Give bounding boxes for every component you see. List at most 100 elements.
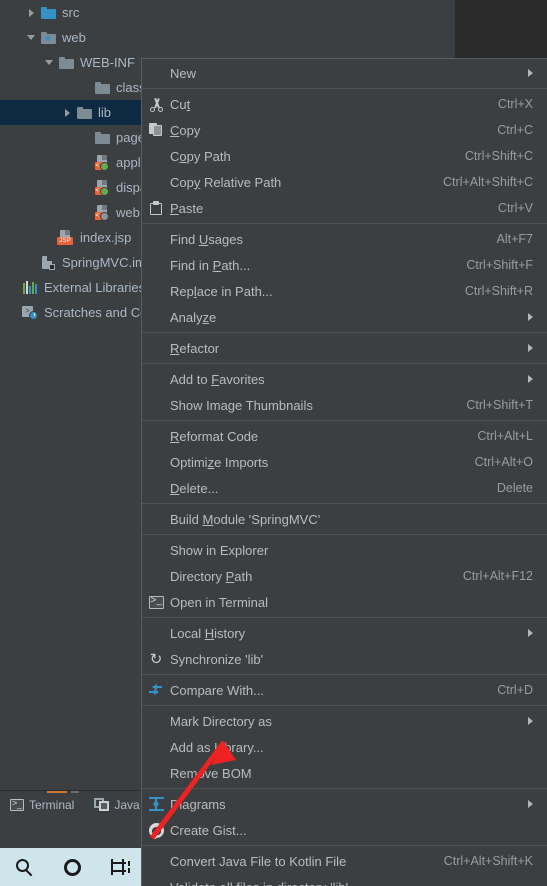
menu-item-build-module-springmvc[interactable]: Build Module 'SpringMVC' xyxy=(142,506,547,532)
menu-item-label: Replace in Path... xyxy=(170,283,273,299)
context-menu[interactable]: New Cut Ctrl+X Copy Ctrl+C Copy Path Ctrl+Shif… xyxy=(141,58,547,886)
menu-item-label: Build Module 'SpringMVC' xyxy=(170,511,321,527)
web-xml-icon: < xyxy=(94,205,110,221)
menu-item-label: New xyxy=(170,65,197,81)
tree-node-icon xyxy=(92,131,112,144)
menu-item-label: Add as Library... xyxy=(170,739,264,755)
menu-item-optimize-imports[interactable]: Optimize Imports Ctrl+Alt+O xyxy=(142,449,547,475)
menu-item-label: Copy Relative Path xyxy=(170,174,282,190)
menu-item-remove-bom[interactable]: Remove BOM xyxy=(142,760,547,786)
tab-marker-secondary xyxy=(71,791,79,793)
taskbar-cortana-button[interactable] xyxy=(48,848,96,886)
menu-item-directory-path[interactable]: Directory Path Ctrl+Alt+F12 xyxy=(142,563,547,589)
folder-icon xyxy=(94,131,110,144)
tree-node-icon: < xyxy=(92,155,112,171)
menu-item-validate-all-files-in-directory-lib[interactable]: Validate all files in directory 'lib' xyxy=(142,874,547,886)
tree-twisty-expanded-icon[interactable] xyxy=(42,50,56,75)
search-icon xyxy=(15,858,33,876)
menu-item-delete[interactable]: Delete... Delete xyxy=(142,475,547,501)
menu-item-shortcut: Ctrl+D xyxy=(497,683,533,697)
menu-item-label: Directory Path xyxy=(170,568,253,584)
tree-node-label: External Libraries xyxy=(44,280,146,295)
menu-item-convert-java-file-to-kotlin-file[interactable]: Convert Java File to Kotlin File Ctrl+Alt… xyxy=(142,848,547,874)
menu-item-add-to-favorites[interactable]: Add to Favorites xyxy=(142,366,547,392)
menu-item-find-in-path[interactable]: Find in Path... Ctrl+Shift+F xyxy=(142,252,547,278)
menu-item-label: Show in Explorer xyxy=(170,542,269,558)
tree-node[interactable]: web xyxy=(0,25,452,50)
tree-node-icon: JSP xyxy=(56,230,76,245)
taskbar-task-view-button[interactable] xyxy=(96,848,144,886)
menu-item-compare-with[interactable]: Compare With... Ctrl+D xyxy=(142,677,547,703)
menu-item-label: Refactor xyxy=(170,340,220,356)
menu-item-synchronize-lib[interactable]: ↻ Synchronize 'lib' xyxy=(142,646,547,672)
iml-file-icon xyxy=(41,255,55,270)
tree-node-icon xyxy=(92,81,112,94)
menu-item-copy[interactable]: Copy Ctrl+C xyxy=(142,117,547,143)
menu-separator xyxy=(142,845,547,846)
tree-node-icon xyxy=(56,56,76,69)
tree-twisty-collapsed-icon[interactable] xyxy=(24,0,38,25)
menu-item-shortcut: Ctrl+V xyxy=(497,201,533,215)
menu-item-replace-in-path[interactable]: Replace in Path... Ctrl+Shift+R xyxy=(142,278,547,304)
menu-item-copy-path[interactable]: Copy Path Ctrl+Shift+C xyxy=(142,143,547,169)
menu-item-shortcut: Ctrl+Shift+R xyxy=(464,284,533,298)
menu-item-shortcut: Ctrl+Alt+O xyxy=(474,455,533,469)
spring-xml-icon: < xyxy=(94,155,110,171)
menu-item-reformat-code[interactable]: Reformat Code Ctrl+Alt+L xyxy=(142,423,547,449)
folder-icon xyxy=(94,81,110,94)
taskbar-search-button[interactable] xyxy=(0,848,48,886)
submenu-chevron-right-icon xyxy=(528,375,533,383)
menu-separator xyxy=(142,420,547,421)
submenu-chevron-right-icon xyxy=(528,800,533,808)
menu-item-show-in-explorer[interactable]: Show in Explorer xyxy=(142,537,547,563)
menu-item-label: Create Gist... xyxy=(170,822,247,838)
menu-item-add-as-library[interactable]: Add as Library... xyxy=(142,734,547,760)
submenu-chevron-right-icon xyxy=(528,313,533,321)
tree-node-icon xyxy=(20,281,40,294)
tree-node-icon: < xyxy=(92,205,112,221)
tree-node-icon xyxy=(38,31,58,44)
menu-item-label: Show Image Thumbnails xyxy=(170,397,313,413)
menu-separator xyxy=(142,534,547,535)
menu-item-new[interactable]: New xyxy=(142,60,547,86)
tree-node[interactable]: src xyxy=(0,0,452,25)
submenu-chevron-right-icon xyxy=(528,69,533,77)
github-icon xyxy=(148,822,164,839)
tree-node-label: WEB-INF xyxy=(80,55,135,70)
menu-separator xyxy=(142,788,547,789)
menu-item-icon: ↻ xyxy=(142,652,170,667)
menu-item-create-gist[interactable]: Create Gist... xyxy=(142,817,547,843)
menu-item-paste[interactable]: Paste Ctrl+V xyxy=(142,195,547,221)
menu-item-local-history[interactable]: Local History xyxy=(142,620,547,646)
menu-item-copy-relative-path[interactable]: Copy Relative Path Ctrl+Alt+Shift+C xyxy=(142,169,547,195)
scratches-icon: > xyxy=(22,305,38,320)
diagrams-icon xyxy=(148,797,164,811)
menu-item-label: Diagrams xyxy=(170,796,226,812)
menu-item-analyze[interactable]: Analyze xyxy=(142,304,547,330)
menu-item-icon xyxy=(142,123,170,137)
tree-twisty-expanded-icon[interactable] xyxy=(24,25,38,50)
folder-src-icon xyxy=(40,6,56,19)
menu-item-cut[interactable]: Cut Ctrl+X xyxy=(142,91,547,117)
menu-separator xyxy=(142,332,547,333)
menu-item-label: Delete... xyxy=(170,480,219,496)
menu-item-mark-directory-as[interactable]: Mark Directory as xyxy=(142,708,547,734)
menu-separator xyxy=(142,617,547,618)
menu-item-diagrams[interactable]: Diagrams xyxy=(142,791,547,817)
menu-item-refactor[interactable]: Refactor xyxy=(142,335,547,361)
tree-twisty-collapsed-icon[interactable] xyxy=(60,100,74,125)
menu-item-find-usages[interactable]: Find Usages Alt+F7 xyxy=(142,226,547,252)
terminal-icon xyxy=(10,798,24,811)
menu-item-open-in-terminal[interactable]: Open in Terminal xyxy=(142,589,547,615)
menu-separator xyxy=(142,705,547,706)
tool-window-button-terminal[interactable]: Terminal xyxy=(0,791,84,819)
java-enterprise-icon xyxy=(94,798,110,811)
menu-item-show-image-thumbnails[interactable]: Show Image Thumbnails Ctrl+Shift+T xyxy=(142,392,547,418)
menu-item-label: Remove BOM xyxy=(170,765,252,781)
synchronize-icon: ↻ xyxy=(149,650,163,668)
